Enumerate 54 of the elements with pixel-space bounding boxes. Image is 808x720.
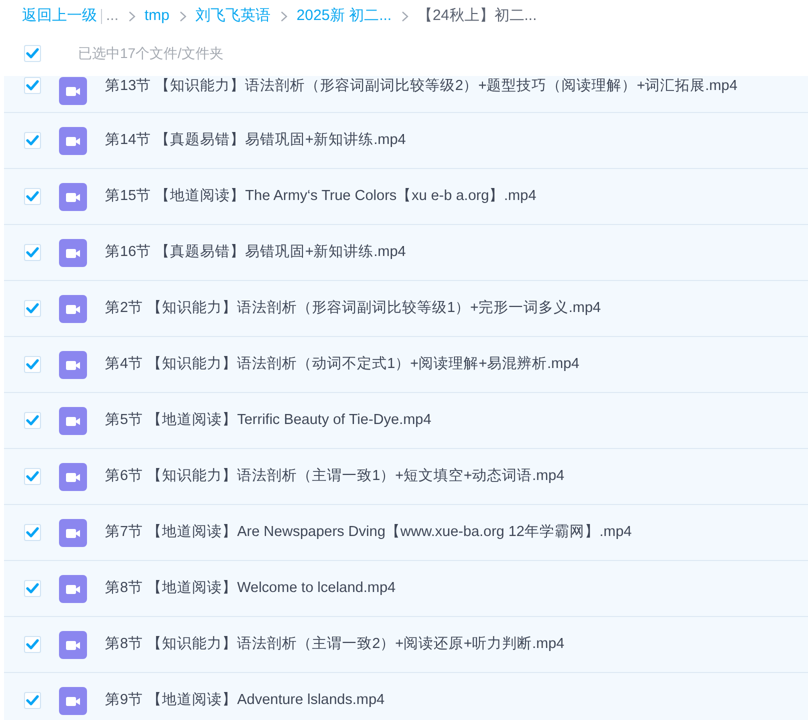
video-file-icon [59, 574, 87, 602]
checkbox[interactable] [24, 300, 41, 317]
file-row[interactable]: 第6节 【知识能力】语法剖析（主谓一致1）+短文填空+动态词语.mp4 [4, 449, 808, 505]
file-name: 第8节 【地道阅读】Welcome to lceland.mp4 [105, 578, 396, 598]
file-name: 第2节 【知识能力】语法剖析（形容词副词比较等级1）+完形一词多义.mp4 [105, 298, 601, 318]
file-name: 第14节 【真题易错】易错巩固+新知讲练.mp4 [105, 130, 406, 150]
chevron-icon [400, 10, 409, 22]
file-row[interactable]: 第9节 【地道阅读】Adventure lslands.mp4 [4, 673, 808, 720]
file-name: 第8节 【知识能力】语法剖析（主谓一致2）+阅读还原+听力判断.mp4 [105, 634, 564, 654]
file-name: 第6节 【知识能力】语法剖析（主谓一致1）+短文填空+动态词语.mp4 [105, 466, 564, 486]
file-row[interactable]: 第8节 【知识能力】语法剖析（主谓一致2）+阅读还原+听力判断.mp4 [4, 617, 808, 673]
chevron-icon [178, 10, 187, 22]
file-name: 第15节 【地道阅读】The Army‘s True Colors【xu e-b a.org】.mp4 [105, 186, 536, 206]
chevron-icon [280, 10, 288, 22]
selection-count: 已选中17个文件/文件夹 [78, 44, 224, 62]
checkbox[interactable] [24, 77, 41, 94]
file-row[interactable]: 第16节 【真题易错】易错巩固+新知讲练.mp4 [4, 225, 808, 281]
file-name: 第9节 【地道阅读】Adventure lslands.mp4 [105, 690, 385, 710]
video-file-icon [59, 350, 87, 378]
checkbox[interactable] [24, 580, 41, 597]
file-row[interactable]: 第14节 【真题易错】易错巩固+新知讲练.mp4 [4, 113, 808, 169]
file-name: 第4节 【知识能力】语法剖析（动词不定式1）+阅读理解+易混辨析.mp4 [105, 354, 580, 374]
video-file-icon [59, 406, 87, 434]
video-file-icon [59, 238, 87, 266]
checkbox[interactable] [24, 412, 41, 429]
video-file-icon [59, 630, 87, 658]
checkbox[interactable] [24, 692, 41, 709]
checkbox[interactable] [24, 524, 41, 541]
checkbox[interactable] [24, 636, 41, 653]
breadcrumb-current: 【24秋上】初二... [418, 6, 537, 26]
file-row[interactable]: 第7节 【地道阅读】Are Newspapers Dving【www.xue-ba.org 12年学霸网】.mp4 [4, 505, 808, 561]
video-file-icon [59, 462, 87, 490]
checkbox[interactable] [24, 44, 41, 62]
file-row[interactable]: 第13节 【知识能力】语法剖析（形容词副词比较等级2）+题型技巧（阅读理解）+词汇拓展.mp4 [4, 76, 808, 113]
checkbox[interactable] [24, 468, 41, 485]
file-name: 第16节 【真题易错】易错巩固+新知讲练.mp4 [105, 242, 406, 262]
file-name: 第5节 【地道阅读】Terrific Beauty of Tie-Dye.mp4 [105, 410, 432, 430]
file-name: 第7节 【地道阅读】Are Newspapers Dving【www.xue-ba.org 12年学霸网】.mp4 [105, 522, 632, 542]
checkbox[interactable] [24, 244, 41, 261]
video-file-icon [59, 294, 87, 322]
video-file-icon [59, 126, 87, 154]
chevron-icon [128, 10, 136, 22]
video-file-icon [59, 686, 87, 714]
checkbox[interactable] [24, 356, 41, 373]
file-row[interactable]: 第8节 【地道阅读】Welcome to lceland.mp4 [4, 561, 808, 617]
checkbox[interactable] [24, 188, 41, 205]
file-row[interactable]: 第5节 【地道阅读】Terrific Beauty of Tie-Dye.mp4 [4, 393, 808, 449]
file-name: 第13节 【知识能力】语法剖析（形容词副词比较等级2）+题型技巧（阅读理解）+词汇拓展.mp4 [105, 76, 738, 96]
video-file-icon [59, 182, 87, 210]
video-file-icon [59, 518, 87, 546]
file-row[interactable]: 第15节 【地道阅读】The Army‘s True Colors【xu e-b a.org】.mp4 [4, 169, 808, 225]
file-row[interactable]: 第4节 【知识能力】语法剖析（动词不定式1）+阅读理解+易混辨析.mp4 [4, 337, 808, 393]
checkbox[interactable] [24, 132, 41, 149]
file-row[interactable]: 第2节 【知识能力】语法剖析（形容词副词比较等级1）+完形一词多义.mp4 [4, 281, 808, 337]
